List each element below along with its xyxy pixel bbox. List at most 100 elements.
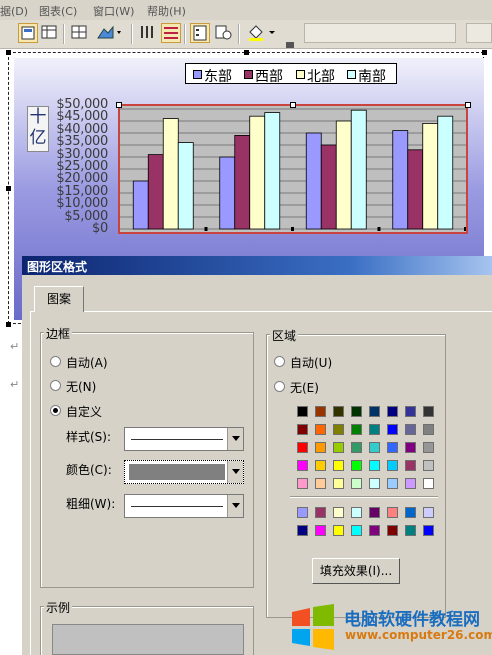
color-swatch[interactable]: [297, 525, 308, 536]
toolbar-grip-icon[interactable]: [286, 42, 294, 48]
bar-西部-4[interactable]: [407, 149, 424, 230]
color-swatch[interactable]: [405, 460, 416, 471]
data-table-button[interactable]: [214, 23, 234, 43]
color-swatch[interactable]: [423, 424, 434, 435]
color-swatch[interactable]: [369, 406, 380, 417]
color-swatch[interactable]: [351, 406, 362, 417]
bar-东部-2[interactable]: [219, 156, 236, 230]
table-button[interactable]: [70, 23, 90, 43]
color-swatch[interactable]: [387, 507, 398, 518]
selection-handle[interactable]: [6, 322, 11, 327]
plot-handle[interactable]: [290, 102, 296, 108]
by-column-button[interactable]: [138, 23, 158, 43]
border-none-radio[interactable]: [50, 380, 61, 391]
color-swatch[interactable]: [387, 478, 398, 489]
bar-北部-1[interactable]: [162, 118, 179, 230]
color-swatch[interactable]: [369, 460, 380, 471]
border-color-dropdown[interactable]: [124, 460, 244, 484]
chart-legend[interactable]: 东部 西部 北部 南部: [185, 63, 397, 85]
tab-patterns[interactable]: 图案: [34, 286, 84, 312]
dropdown-button[interactable]: [227, 495, 243, 517]
bar-西部-1[interactable]: [147, 154, 164, 230]
area-none-label[interactable]: 无(E): [290, 379, 319, 396]
border-weight-dropdown[interactable]: [124, 494, 244, 518]
selection-handle[interactable]: [6, 186, 11, 191]
plot-area[interactable]: [118, 104, 468, 234]
color-swatch[interactable]: [315, 406, 326, 417]
dropdown-button[interactable]: [227, 461, 243, 483]
color-swatch[interactable]: [405, 478, 416, 489]
border-custom-label[interactable]: 自定义: [66, 403, 102, 420]
color-swatch[interactable]: [369, 424, 380, 435]
color-swatch[interactable]: [423, 442, 434, 453]
color-swatch[interactable]: [351, 442, 362, 453]
color-swatch[interactable]: [297, 460, 308, 471]
color-swatch[interactable]: [315, 442, 326, 453]
color-swatch[interactable]: [315, 478, 326, 489]
color-swatch[interactable]: [369, 478, 380, 489]
color-swatch[interactable]: [333, 525, 344, 536]
legend-button[interactable]: [190, 23, 210, 43]
chart-type-button[interactable]: [96, 23, 124, 43]
plot-handle[interactable]: [465, 102, 471, 108]
color-swatch[interactable]: [315, 460, 326, 471]
chart-area-button[interactable]: [18, 23, 38, 43]
color-swatch[interactable]: [297, 406, 308, 417]
color-swatch[interactable]: [387, 406, 398, 417]
menu-help[interactable]: 帮助(H): [147, 3, 186, 19]
bar-南部-1[interactable]: [177, 142, 194, 230]
color-swatch[interactable]: [351, 507, 362, 518]
dialog-titlebar[interactable]: [22, 256, 492, 275]
fill-color-button[interactable]: [246, 23, 280, 43]
by-row-button[interactable]: [161, 23, 181, 43]
border-style-dropdown[interactable]: [124, 427, 244, 451]
color-swatch[interactable]: [387, 442, 398, 453]
color-swatch[interactable]: [369, 507, 380, 518]
menu-data[interactable]: 据(D): [0, 3, 28, 19]
color-swatch[interactable]: [405, 424, 416, 435]
bar-北部-3[interactable]: [335, 120, 352, 230]
bar-西部-3[interactable]: [320, 144, 337, 230]
color-swatch[interactable]: [333, 406, 344, 417]
border-custom-radio[interactable]: [50, 405, 61, 416]
bar-东部-4[interactable]: [392, 130, 409, 230]
color-swatch[interactable]: [351, 424, 362, 435]
bar-东部-1[interactable]: [132, 180, 149, 230]
color-swatch[interactable]: [333, 442, 344, 453]
datasheet-button[interactable]: [40, 23, 60, 43]
bar-南部-4[interactable]: [437, 115, 454, 230]
color-swatch[interactable]: [297, 507, 308, 518]
color-swatch[interactable]: [423, 460, 434, 471]
color-swatch[interactable]: [405, 442, 416, 453]
color-swatch[interactable]: [333, 507, 344, 518]
selection-handle[interactable]: [244, 50, 249, 55]
color-swatch[interactable]: [423, 478, 434, 489]
bar-西部-2[interactable]: [234, 134, 251, 230]
bar-北部-2[interactable]: [249, 115, 266, 230]
menu-chart[interactable]: 图表(C): [39, 3, 77, 19]
area-auto-label[interactable]: 自动(U): [290, 354, 332, 371]
color-swatch[interactable]: [333, 424, 344, 435]
plot-handle[interactable]: [116, 102, 122, 108]
color-swatch[interactable]: [369, 442, 380, 453]
area-auto-radio[interactable]: [274, 356, 285, 367]
bar-南部-3[interactable]: [350, 109, 367, 230]
color-swatch[interactable]: [333, 460, 344, 471]
color-swatch[interactable]: [405, 507, 416, 518]
color-swatch[interactable]: [315, 507, 326, 518]
color-swatch[interactable]: [315, 424, 326, 435]
color-swatch[interactable]: [351, 478, 362, 489]
color-swatch[interactable]: [405, 406, 416, 417]
axis-unit-label[interactable]: 十亿: [27, 106, 49, 152]
area-none-radio[interactable]: [274, 381, 285, 392]
color-swatch[interactable]: [315, 525, 326, 536]
color-swatch[interactable]: [369, 525, 380, 536]
menu-window[interactable]: 窗口(W): [93, 3, 134, 19]
color-swatch[interactable]: [387, 525, 398, 536]
border-auto-label[interactable]: 自动(A): [66, 354, 108, 371]
border-auto-radio[interactable]: [50, 356, 61, 367]
color-swatch[interactable]: [351, 460, 362, 471]
color-swatch[interactable]: [297, 424, 308, 435]
color-swatch[interactable]: [297, 442, 308, 453]
border-none-label[interactable]: 无(N): [66, 378, 96, 395]
